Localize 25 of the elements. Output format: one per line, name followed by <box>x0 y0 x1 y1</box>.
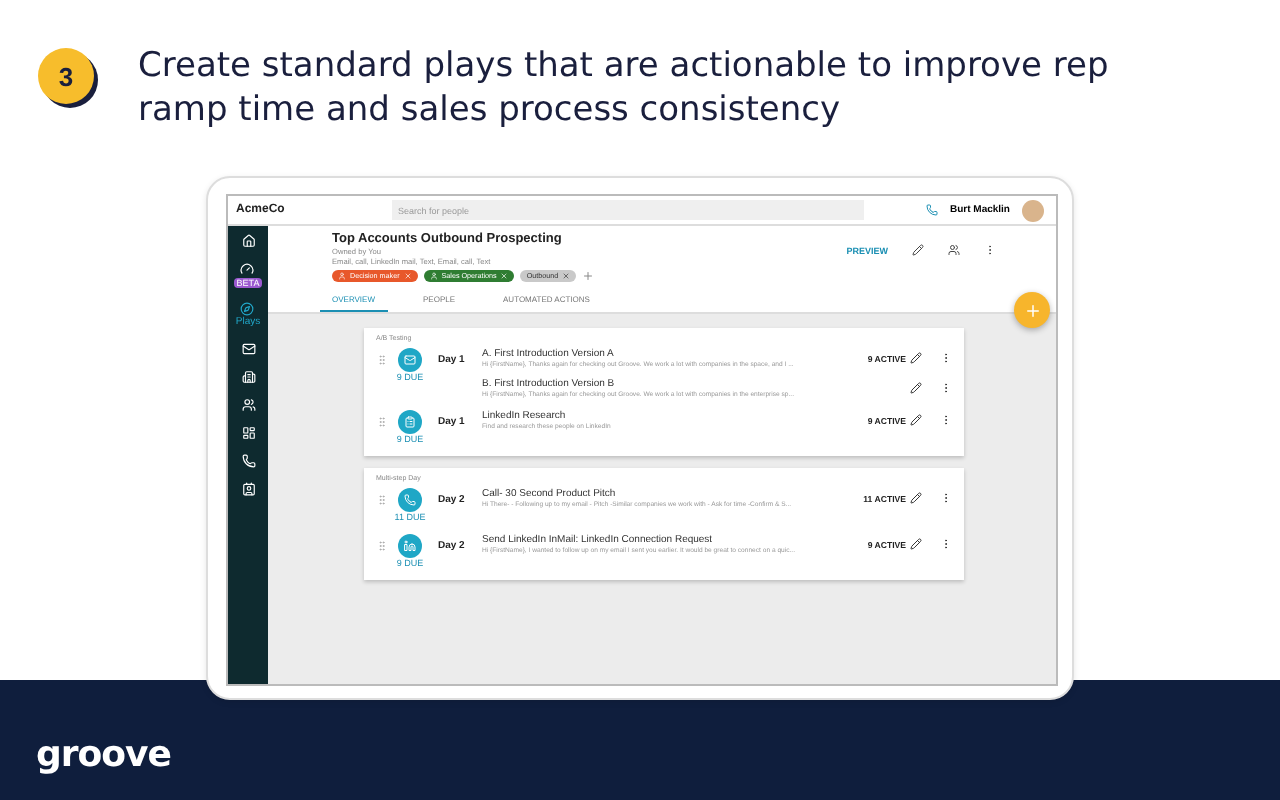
phone-icon <box>398 488 422 512</box>
brand-logo: groove <box>36 734 171 776</box>
edit-icon[interactable] <box>910 352 922 364</box>
people-icon[interactable] <box>241 398 255 412</box>
linkedin-icon <box>398 534 422 558</box>
person-icon <box>338 272 346 280</box>
people-icon[interactable] <box>948 244 960 256</box>
person-icon <box>429 272 438 280</box>
edit-icon[interactable] <box>910 382 922 394</box>
clipboard-icon <box>398 410 422 434</box>
compass-icon[interactable] <box>240 302 255 316</box>
edit-icon[interactable] <box>912 244 924 256</box>
home-icon[interactable] <box>241 234 255 248</box>
mail-icon[interactable] <box>241 342 255 356</box>
edit-icon[interactable] <box>910 538 922 550</box>
dashboard-icon[interactable] <box>241 426 255 440</box>
mail-icon <box>398 348 422 372</box>
step-heading: Create standard plays that are actionable to improve rep ramp time and sales process consistency <box>138 44 1111 128</box>
gauge-icon[interactable] <box>240 262 255 276</box>
edit-icon[interactable] <box>910 414 922 426</box>
building-icon[interactable] <box>241 370 255 384</box>
edit-icon[interactable] <box>910 492 922 504</box>
plus-icon <box>1023 301 1041 319</box>
contact-card-icon[interactable] <box>241 482 255 496</box>
step-number: 3 <box>38 48 94 104</box>
